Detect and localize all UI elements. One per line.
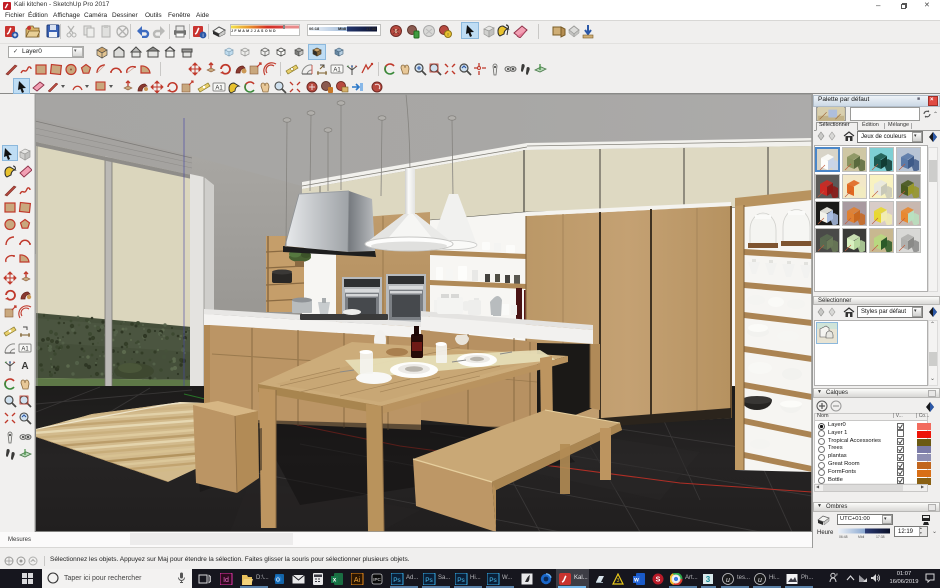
svg-text:3: 3 xyxy=(617,578,620,584)
svg-text:Ai: Ai xyxy=(354,577,361,584)
svg-text:A1: A1 xyxy=(333,68,341,74)
svg-text:u: u xyxy=(758,577,762,584)
svg-text:S: S xyxy=(656,577,661,584)
svg-text:w: w xyxy=(633,578,639,584)
svg-text:A1: A1 xyxy=(21,347,29,353)
svg-text:A1: A1 xyxy=(215,86,223,92)
svg-text:6: 6 xyxy=(395,29,398,35)
svg-text:!: ! xyxy=(447,32,448,37)
svg-text:R: R xyxy=(836,572,838,577)
svg-text:u: u xyxy=(726,577,730,584)
svg-text:Ps: Ps xyxy=(489,577,497,584)
svg-text:3: 3 xyxy=(706,575,711,584)
svg-text:Ps: Ps xyxy=(457,577,465,584)
svg-text:Id: Id xyxy=(223,577,229,584)
svg-text:IPC: IPC xyxy=(373,577,381,582)
svg-text:Ps: Ps xyxy=(425,577,433,584)
svg-text:A: A xyxy=(21,361,28,372)
svg-text:i: i xyxy=(202,33,203,39)
svg-text:o: o xyxy=(276,577,280,584)
svg-text:Ps: Ps xyxy=(393,577,401,584)
